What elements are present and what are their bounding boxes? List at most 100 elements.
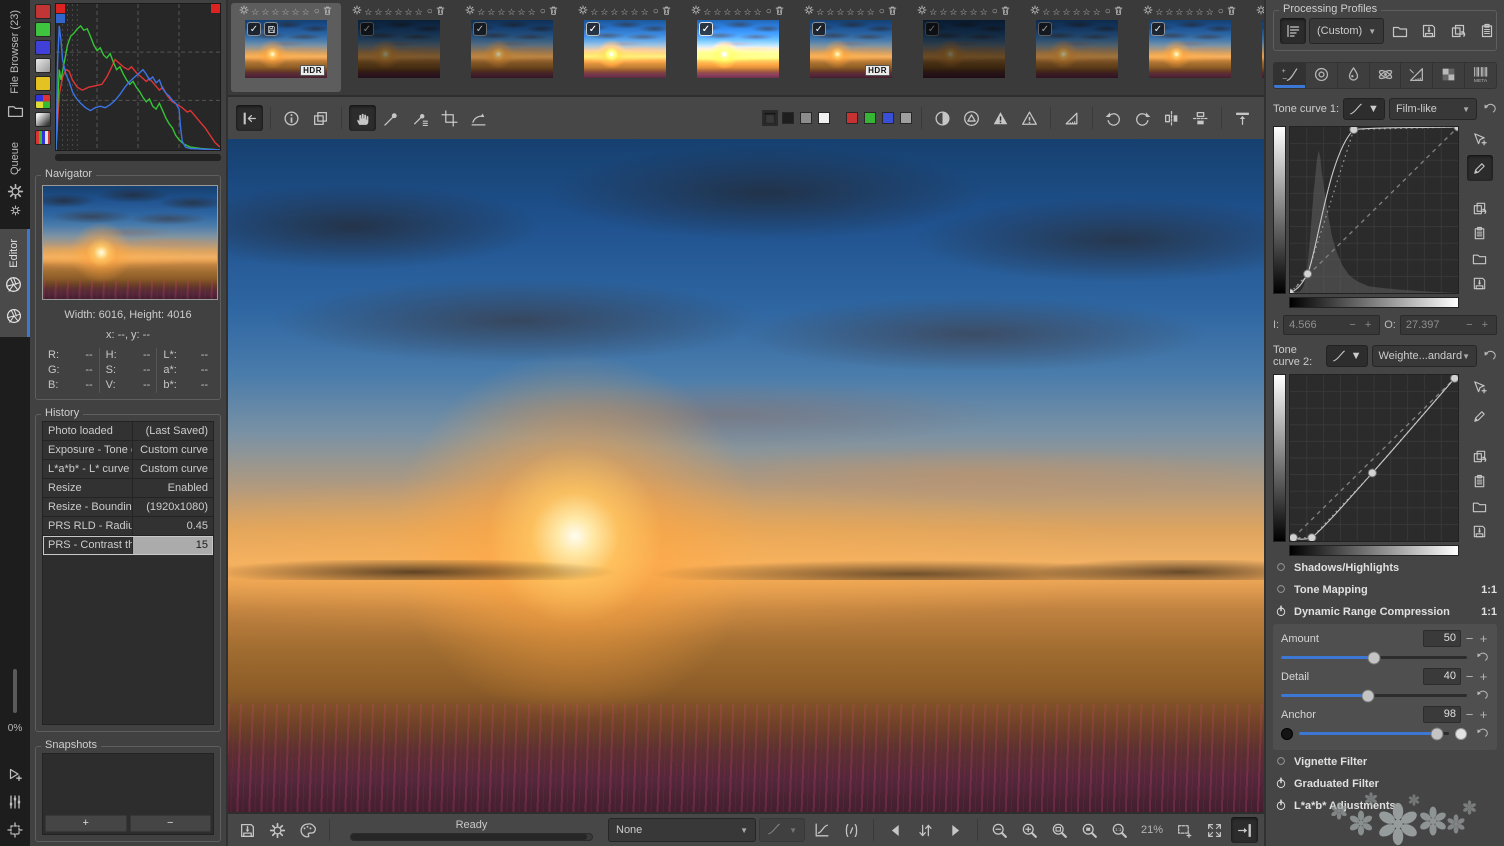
tab-advanced[interactable] [1368, 63, 1401, 88]
rating-star-icon[interactable]: ☆ [846, 7, 854, 17]
plus-button[interactable]: + [1478, 632, 1489, 645]
power-on-icon[interactable] [1275, 798, 1287, 814]
before-after-view-button[interactable] [838, 817, 865, 843]
filmstrip-thumbnail[interactable]: ☆ ☆ ☆ ☆ ☆ ☆ ○ ✓ HDR [231, 3, 341, 92]
image-canvas[interactable] [228, 139, 1264, 812]
thumbnail-image[interactable]: ✓ [697, 20, 779, 78]
power-on-icon[interactable] [1275, 604, 1287, 620]
color-label-icon[interactable]: ○ [1218, 6, 1224, 17]
trash-icon[interactable] [435, 5, 446, 19]
thumbnail-image[interactable]: ✓ HDR [810, 20, 892, 78]
previous-image-button[interactable] [882, 817, 909, 843]
gear-icon[interactable] [804, 5, 814, 18]
thumbnail-image[interactable]: ✓ [923, 20, 1005, 78]
power-off-icon[interactable] [1275, 755, 1287, 770]
profile-select[interactable]: (Custom) ▼ [1309, 18, 1385, 44]
reset-tone-curve-1-button[interactable] [1481, 102, 1497, 116]
rating-star-icon[interactable]: ☆ [723, 7, 731, 17]
flip-horizontal-button[interactable] [1158, 105, 1185, 131]
rating-star-icon[interactable]: ☆ [713, 7, 721, 17]
add-to-queue-button[interactable] [3, 762, 27, 786]
color-label-icon[interactable]: ○ [427, 6, 433, 17]
rating-star-icon[interactable]: ☆ [857, 7, 865, 17]
rating-star-icon[interactable]: ☆ [1083, 7, 1091, 17]
rating-star-icon[interactable]: ☆ [1175, 7, 1183, 17]
history-row[interactable]: PRS - Contrast thr...15 [43, 536, 213, 555]
zoom-fit-button[interactable] [1046, 817, 1073, 843]
filmstrip-toggle-button[interactable] [1231, 817, 1258, 843]
thumbnail-image[interactable]: ✓ [358, 20, 440, 78]
rating-star-icon[interactable]: ☆ [939, 7, 947, 17]
paste-profile-button[interactable] [1474, 18, 1500, 44]
rating-star-icon[interactable]: ☆ [816, 7, 824, 17]
rating-star-icon[interactable]: ☆ [826, 7, 834, 17]
power-on-icon[interactable] [1275, 776, 1287, 792]
collapse-left-panel-button[interactable] [236, 105, 263, 131]
color-label-icon[interactable]: ○ [766, 6, 772, 17]
histogram-chroma-toggle[interactable] [35, 76, 51, 91]
rating-star-icon[interactable]: ☆ [487, 7, 495, 17]
plus-button[interactable]: + [1478, 708, 1489, 721]
power-off-icon[interactable] [1275, 561, 1287, 576]
load-profile-button[interactable] [1387, 18, 1413, 44]
rating-star-icon[interactable]: ☆ [251, 7, 259, 17]
edit-point-button[interactable] [1467, 126, 1493, 152]
histogram-luminance-toggle[interactable] [35, 58, 51, 73]
highlight-clipping-button[interactable] [987, 105, 1014, 131]
remove-snapshot-button[interactable]: − [129, 815, 211, 832]
gear-icon[interactable] [465, 5, 475, 18]
rating-star-icon[interactable]: ☆ [394, 7, 402, 17]
trash-icon[interactable] [548, 5, 559, 19]
rating-star-icon[interactable]: ☆ [641, 7, 649, 17]
histogram-red-toggle[interactable] [35, 4, 51, 19]
rating-star-icon[interactable]: ☆ [261, 7, 269, 17]
histogram-blue-toggle[interactable] [35, 40, 51, 55]
rating-star-icon[interactable]: ☆ [703, 7, 711, 17]
trash-icon[interactable] [1113, 5, 1124, 19]
filmstrip-thumbnail[interactable]: ☆☆☆☆☆☆○✓ [1022, 3, 1132, 92]
filmstrip-thumbnail[interactable]: ☆☆☆☆☆☆○✓ [1248, 3, 1264, 92]
rating-star-icon[interactable]: ☆ [959, 7, 967, 17]
tab-transform[interactable] [1400, 63, 1432, 88]
filmstrip-thumbnail[interactable]: ☆☆☆☆☆☆○✓ [683, 3, 793, 92]
color-label-icon[interactable]: ○ [992, 6, 998, 17]
preview-background-black-button[interactable] [782, 112, 794, 124]
pan-mode-button[interactable] [3, 818, 27, 842]
rating-star-icon[interactable]: ☆ [302, 7, 310, 17]
zoom-in-button[interactable] [1016, 817, 1043, 843]
color-label-icon[interactable]: ○ [879, 6, 885, 17]
processing-profile-select[interactable]: None ▼ [608, 818, 756, 842]
reset-detail-slider-button[interactable] [1473, 689, 1489, 702]
trash-icon[interactable] [1000, 5, 1011, 19]
partial-profile-button[interactable] [1280, 18, 1306, 44]
gear-icon[interactable] [917, 5, 927, 18]
history-row[interactable]: Exposure - Tone c... Custom curve [43, 441, 213, 460]
rating-star-icon[interactable]: ☆ [590, 7, 598, 17]
sync-filebrowser-button[interactable] [912, 817, 939, 843]
filmstrip-thumbnail[interactable]: ☆☆☆☆☆☆○✓ [1135, 3, 1245, 92]
preview-background-gray-button[interactable] [800, 112, 812, 124]
copy-curve-button[interactable] [1467, 445, 1493, 467]
tab-color[interactable] [1336, 63, 1369, 88]
rating-star-icon[interactable]: ☆ [620, 7, 628, 17]
rating-star-icon[interactable]: ☆ [415, 7, 423, 17]
rating-star-icon[interactable]: ☆ [271, 7, 279, 17]
rating-star-icon[interactable]: ☆ [1165, 7, 1173, 17]
preview-background-theme-button[interactable] [762, 110, 778, 126]
straighten-button[interactable] [465, 105, 492, 131]
paste-curve-button[interactable] [1467, 222, 1493, 244]
trash-icon[interactable] [887, 5, 898, 19]
thumbnail-image[interactable]: ✓ [584, 20, 666, 78]
amount-slider-value[interactable]: 50 [1423, 630, 1461, 647]
detail-slider[interactable] [1281, 689, 1467, 702]
checked-badge[interactable]: ✓ [812, 22, 826, 36]
tone-mapping-expander[interactable]: Tone Mapping 1:1 [1273, 580, 1497, 600]
thumbnail-image[interactable]: ✓ [471, 20, 553, 78]
fullscreen-button[interactable] [1201, 817, 1228, 843]
quick-adjust-button[interactable] [3, 790, 27, 814]
load-curve-button[interactable] [1467, 247, 1493, 269]
curve-type-2-select[interactable]: ▼ [1325, 345, 1368, 367]
zoom-fit-crop-button[interactable] [1076, 817, 1103, 843]
minus-button[interactable]: − [1464, 670, 1475, 683]
rating-star-icon[interactable]: ☆ [754, 7, 762, 17]
